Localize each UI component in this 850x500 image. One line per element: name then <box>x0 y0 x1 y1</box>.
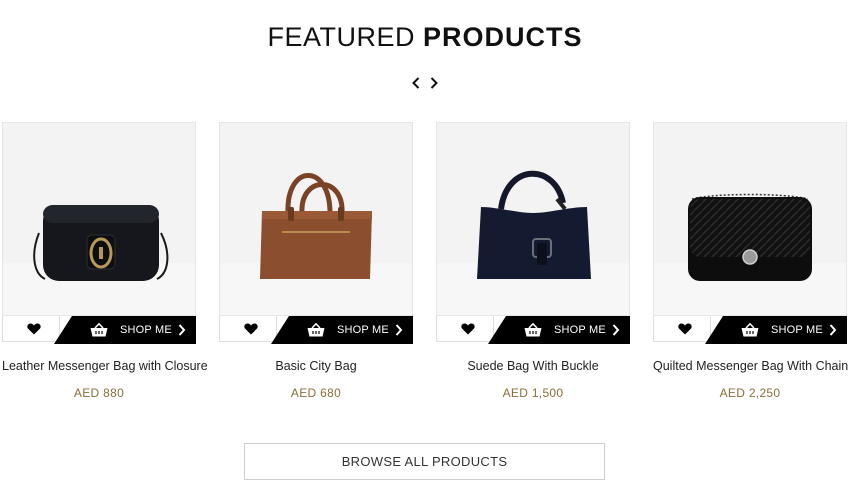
heart-icon <box>244 323 258 334</box>
chevron-right-icon[interactable] <box>428 74 440 92</box>
shop-me-button[interactable]: SHOP ME <box>705 316 847 344</box>
product-name[interactable]: Suede Bag With Buckle <box>436 359 630 373</box>
chevron-left-icon[interactable] <box>410 74 422 92</box>
product-name[interactable]: Basic City Bag <box>219 359 413 373</box>
product-card: SHOP ME Leather Messenger Bag with Closu… <box>2 122 208 400</box>
product-price: AED 2,250 <box>719 386 781 400</box>
shop-me-button[interactable]: SHOP ME <box>54 316 196 344</box>
basket-icon <box>307 323 325 337</box>
shop-me-label: SHOP ME <box>120 324 172 336</box>
wishlist-button[interactable] <box>653 316 711 342</box>
product-price: AED 680 <box>290 386 342 400</box>
chevron-right-icon <box>395 323 403 337</box>
wishlist-button[interactable] <box>436 316 494 342</box>
heart-icon <box>27 323 41 334</box>
title-bold: PRODUCTS <box>423 22 583 52</box>
shop-me-button[interactable]: SHOP ME <box>488 316 630 344</box>
wishlist-button[interactable] <box>2 316 60 342</box>
section-title: FEATURED PRODUCTS <box>0 22 850 53</box>
heart-icon <box>678 323 692 334</box>
basket-icon <box>741 323 759 337</box>
product-image[interactable] <box>436 122 630 316</box>
shop-me-label: SHOP ME <box>337 324 389 336</box>
product-card: SHOP ME Basic City Bag AED 680 <box>219 122 413 400</box>
product-price: AED 1,500 <box>502 386 564 400</box>
shop-me-label: SHOP ME <box>554 324 606 336</box>
heart-icon <box>461 323 475 334</box>
carousel-nav <box>0 74 850 92</box>
basket-icon <box>524 323 542 337</box>
wishlist-button[interactable] <box>219 316 277 342</box>
browse-all-button[interactable]: BROWSE ALL PRODUCTS <box>244 443 605 480</box>
basket-icon <box>90 323 108 337</box>
shop-me-button[interactable]: SHOP ME <box>271 316 413 344</box>
suede-bag-image <box>477 170 591 279</box>
product-card: SHOP ME Suede Bag With Buckle AED 1,500 <box>436 122 630 400</box>
product-image[interactable] <box>2 122 196 316</box>
product-image[interactable] <box>219 122 413 316</box>
shop-me-label: SHOP ME <box>771 324 823 336</box>
chevron-right-icon <box>612 323 620 337</box>
messenger-bag-image <box>33 205 169 281</box>
product-name[interactable]: Leather Messenger Bag with Closure <box>2 359 208 373</box>
chevron-right-icon <box>178 323 186 337</box>
title-light: FEATURED <box>267 22 415 52</box>
product-card: SHOP ME Quilted Messenger Bag With Chain… <box>653 122 848 400</box>
quilted-bag-image <box>688 193 812 281</box>
product-image[interactable] <box>653 122 847 316</box>
chevron-right-icon <box>829 323 837 337</box>
product-name[interactable]: Quilted Messenger Bag With Chain <box>653 359 848 373</box>
city-bag-image <box>260 173 372 279</box>
product-price: AED 880 <box>73 386 125 400</box>
